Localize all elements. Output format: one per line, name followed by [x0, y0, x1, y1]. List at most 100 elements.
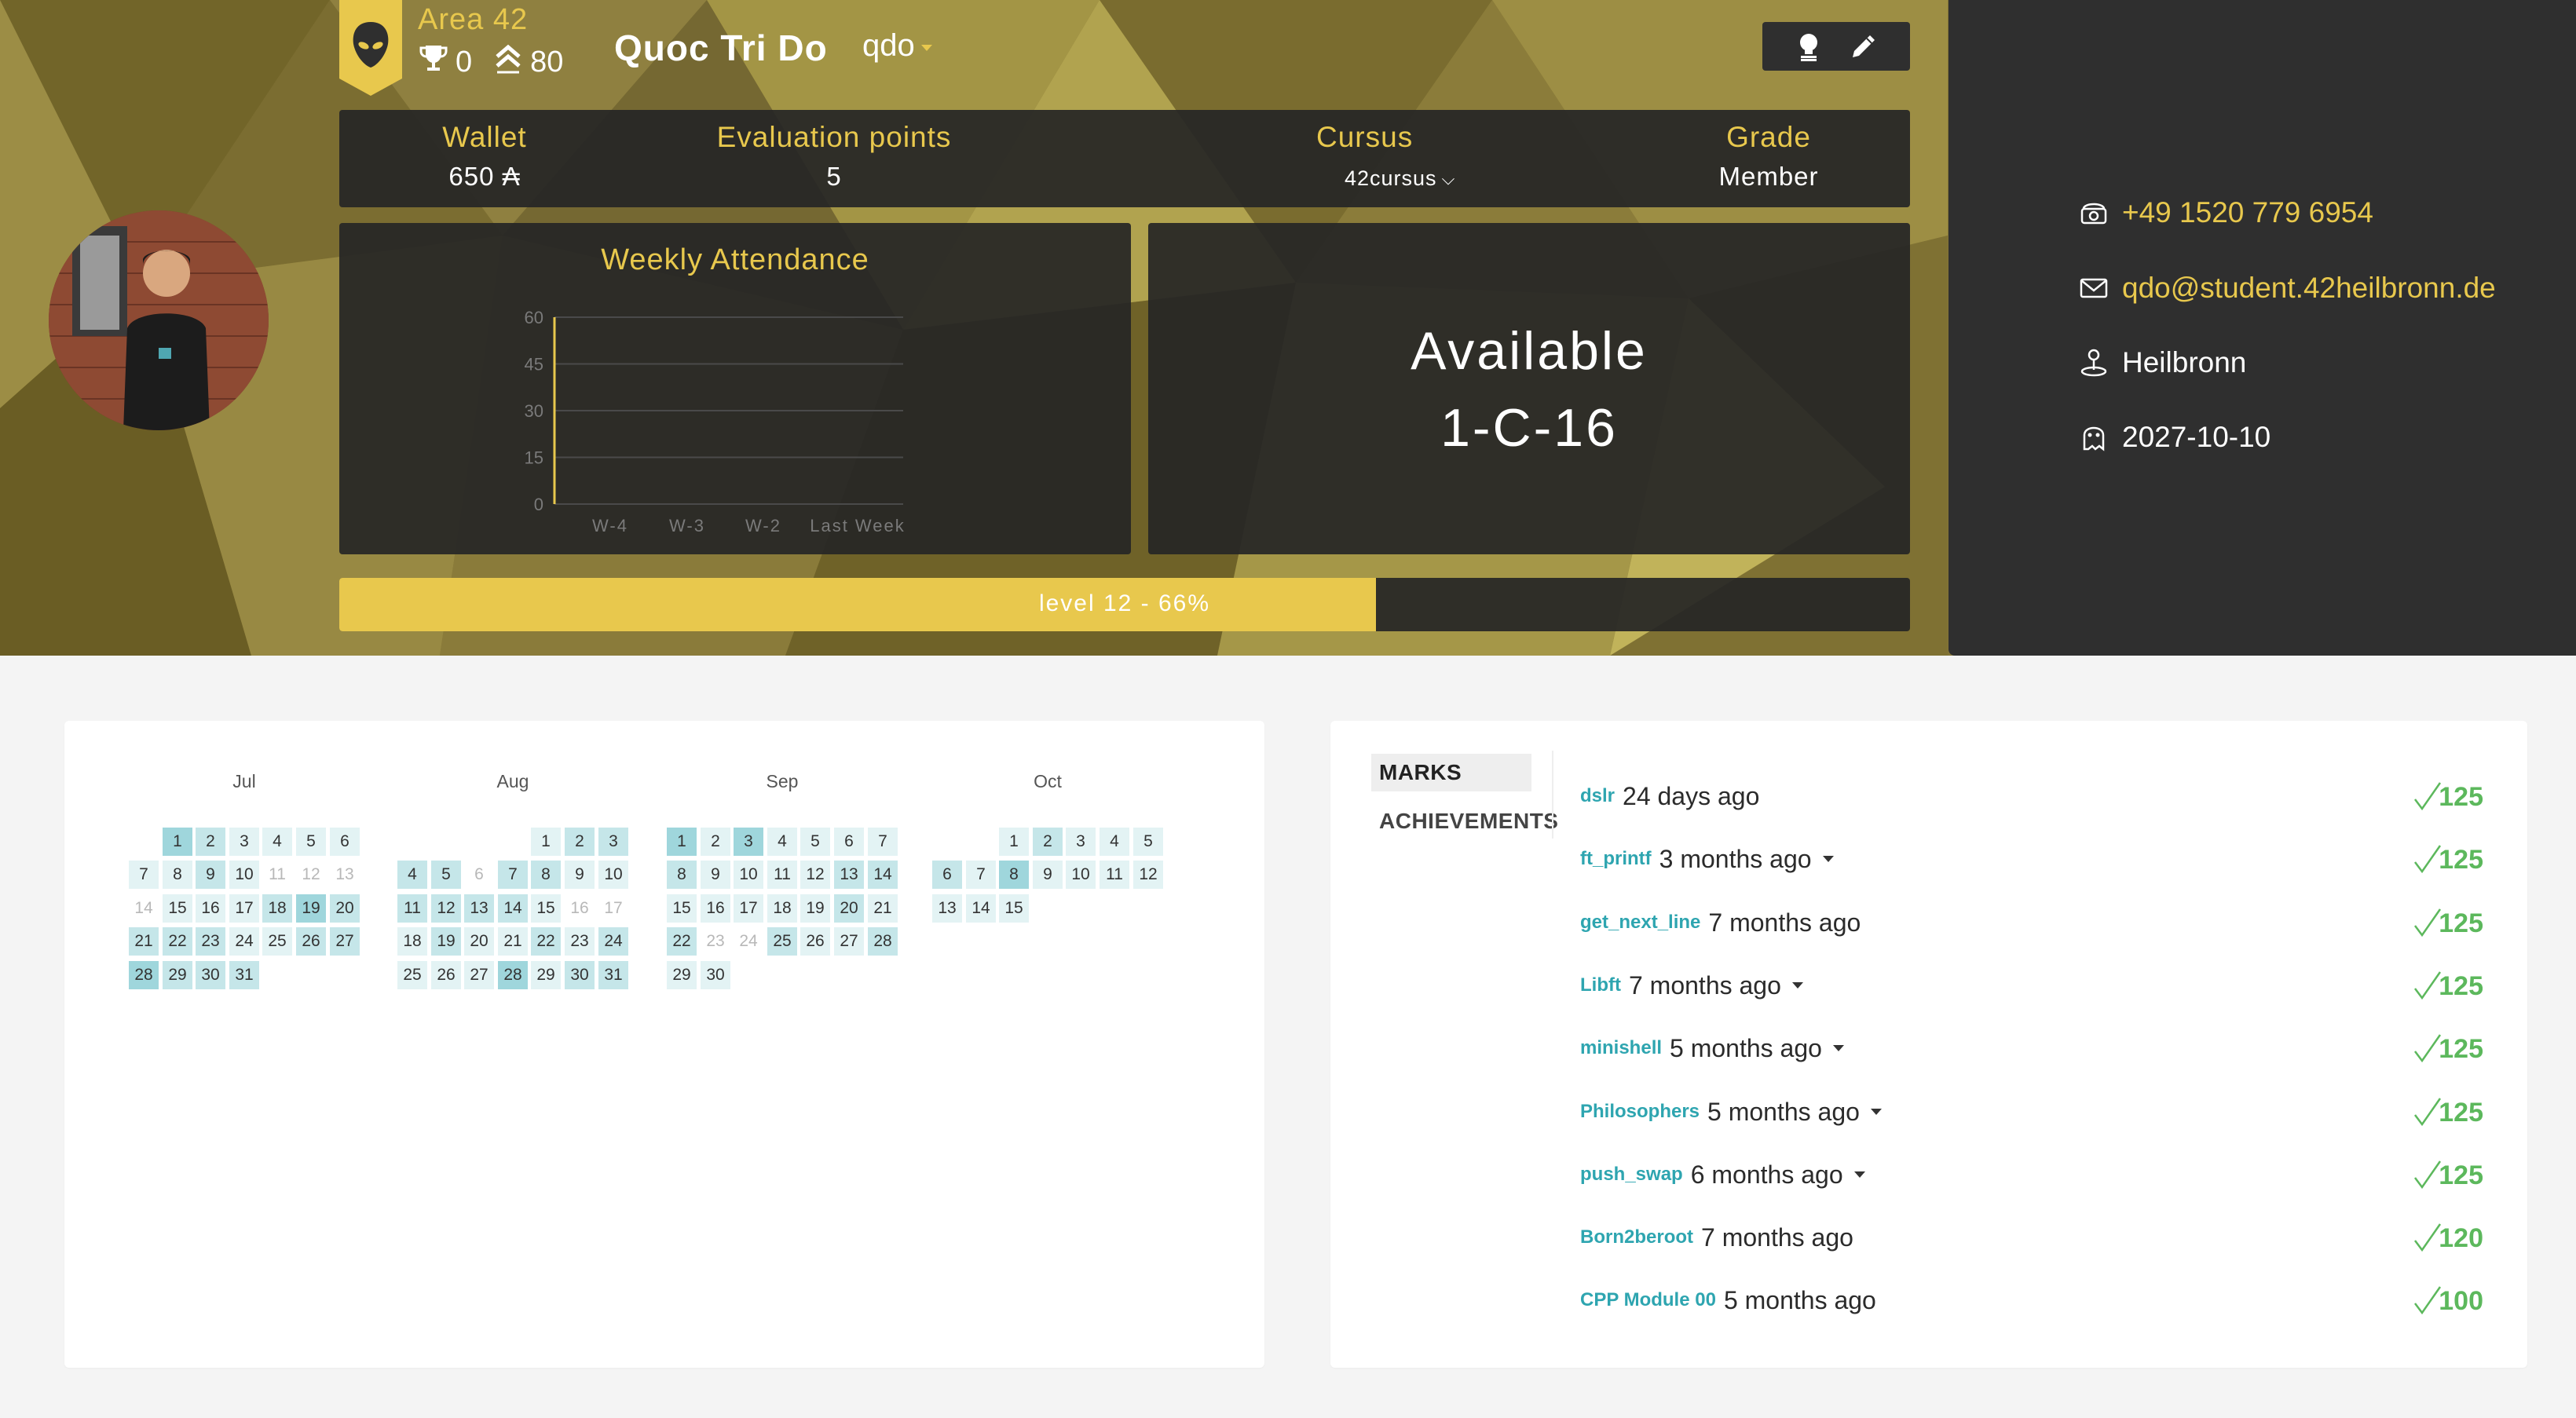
mark-project-link[interactable]: get_next_line	[1580, 912, 1700, 934]
mark-project-link[interactable]: push_swap	[1580, 1164, 1683, 1186]
calendar-day[interactable]: 9	[196, 861, 225, 889]
calendar-day[interactable]: 26	[800, 927, 830, 956]
coalition-badge[interactable]	[339, 0, 402, 96]
calendar-day[interactable]: 21	[498, 927, 528, 956]
mark-project-link[interactable]: Philosophers	[1580, 1101, 1700, 1123]
calendar-day[interactable]: 19	[431, 927, 461, 956]
calendar-day[interactable]: 14	[129, 894, 159, 923]
calendar-day[interactable]: 7	[129, 861, 159, 889]
caret-down-icon[interactable]	[1870, 1109, 1882, 1115]
calendar-day[interactable]: 17	[734, 894, 763, 923]
calendar-day[interactable]: 8	[667, 861, 697, 889]
contact-phone[interactable]: +49 1520 779 6954	[2078, 196, 2373, 229]
mark-project-link[interactable]: ft_printf	[1580, 848, 1652, 870]
calendar-day[interactable]: 4	[262, 828, 292, 856]
calendar-day[interactable]: 24	[734, 927, 763, 956]
calendar-day[interactable]: 16	[701, 894, 730, 923]
calendar-day[interactable]: 16	[565, 894, 595, 923]
calendar-day[interactable]: 7	[868, 828, 898, 856]
calendar-day[interactable]: 28	[498, 961, 528, 989]
calendar-day[interactable]: 24	[229, 927, 259, 956]
calendar-day[interactable]: 10	[734, 861, 763, 889]
calendar-day[interactable]: 5	[431, 861, 461, 889]
calendar-day[interactable]: 6	[834, 828, 864, 856]
calendar-day[interactable]: 11	[1100, 861, 1129, 889]
calendar-day[interactable]: 7	[498, 861, 528, 889]
calendar-day[interactable]: 4	[397, 861, 427, 889]
calendar-day[interactable]: 2	[701, 828, 730, 856]
calendar-day[interactable]: 13	[932, 894, 962, 923]
calendar-day[interactable]: 27	[834, 927, 864, 956]
calendar-day[interactable]: 3	[1066, 828, 1096, 856]
calendar-day[interactable]: 15	[163, 894, 192, 923]
calendar-day[interactable]: 31	[229, 961, 259, 989]
calendar-day[interactable]: 4	[1100, 828, 1129, 856]
calendar-day[interactable]: 28	[868, 927, 898, 956]
calendar-day[interactable]: 11	[767, 861, 797, 889]
calendar-day[interactable]: 16	[196, 894, 225, 923]
calendar-day[interactable]: 10	[598, 861, 628, 889]
calendar-day[interactable]: 2	[196, 828, 225, 856]
mark-project-link[interactable]: Libft	[1580, 974, 1621, 996]
calendar-day[interactable]: 5	[296, 828, 326, 856]
calendar-day[interactable]: 12	[800, 861, 830, 889]
calendar-day[interactable]: 25	[262, 927, 292, 956]
calendar-day[interactable]: 2	[1033, 828, 1063, 856]
caret-down-icon[interactable]	[1853, 1171, 1865, 1178]
mark-project-link[interactable]: CPP Module 00	[1580, 1289, 1716, 1311]
calendar-day[interactable]: 8	[999, 861, 1029, 889]
calendar-day[interactable]: 3	[229, 828, 259, 856]
calendar-day[interactable]: 30	[196, 961, 225, 989]
user-login-dropdown[interactable]: qdo	[862, 28, 932, 64]
calendar-day[interactable]: 19	[296, 894, 326, 923]
calendar-day[interactable]: 14	[966, 894, 996, 923]
calendar-day[interactable]: 13	[330, 861, 360, 889]
calendar-day[interactable]: 8	[163, 861, 192, 889]
calendar-day[interactable]: 12	[1133, 861, 1163, 889]
mark-project-link[interactable]: minishell	[1580, 1037, 1662, 1059]
caret-down-icon[interactable]	[1822, 856, 1834, 862]
lightbulb-icon[interactable]	[1791, 28, 1827, 64]
calendar-day[interactable]: 30	[565, 961, 595, 989]
calendar-day[interactable]: 2	[565, 828, 595, 856]
calendar-day[interactable]: 15	[999, 894, 1029, 923]
calendar-day[interactable]: 6	[464, 861, 494, 889]
calendar-day[interactable]: 22	[163, 927, 192, 956]
calendar-day[interactable]: 15	[667, 894, 697, 923]
calendar-day[interactable]: 10	[1066, 861, 1096, 889]
calendar-day[interactable]: 18	[397, 927, 427, 956]
calendar-day[interactable]: 23	[701, 927, 730, 956]
calendar-day[interactable]: 20	[464, 927, 494, 956]
calendar-day[interactable]: 11	[397, 894, 427, 923]
calendar-day[interactable]: 9	[1033, 861, 1063, 889]
calendar-day[interactable]: 23	[565, 927, 595, 956]
calendar-day[interactable]: 14	[498, 894, 528, 923]
calendar-day[interactable]: 4	[767, 828, 797, 856]
calendar-day[interactable]: 14	[868, 861, 898, 889]
calendar-day[interactable]: 9	[565, 861, 595, 889]
calendar-day[interactable]: 27	[464, 961, 494, 989]
calendar-day[interactable]: 22	[531, 927, 561, 956]
calendar-day[interactable]: 18	[767, 894, 797, 923]
calendar-day[interactable]: 9	[701, 861, 730, 889]
calendar-day[interactable]: 1	[163, 828, 192, 856]
calendar-day[interactable]: 17	[598, 894, 628, 923]
calendar-day[interactable]: 3	[598, 828, 628, 856]
calendar-day[interactable]: 17	[229, 894, 259, 923]
calendar-day[interactable]: 6	[932, 861, 962, 889]
calendar-day[interactable]: 5	[800, 828, 830, 856]
calendar-day[interactable]: 19	[800, 894, 830, 923]
caret-down-icon[interactable]	[1791, 982, 1803, 989]
calendar-day[interactable]: 5	[1133, 828, 1163, 856]
cursus-select[interactable]: 42cursus ⌵	[1227, 162, 1619, 192]
calendar-day[interactable]: 15	[531, 894, 561, 923]
calendar-day[interactable]: 20	[834, 894, 864, 923]
calendar-day[interactable]: 30	[701, 961, 730, 989]
calendar-day[interactable]: 20	[330, 894, 360, 923]
calendar-day[interactable]: 1	[531, 828, 561, 856]
calendar-day[interactable]: 31	[598, 961, 628, 989]
calendar-day[interactable]: 1	[999, 828, 1029, 856]
calendar-day[interactable]: 24	[598, 927, 628, 956]
calendar-day[interactable]: 12	[296, 861, 326, 889]
calendar-day[interactable]: 10	[229, 861, 259, 889]
